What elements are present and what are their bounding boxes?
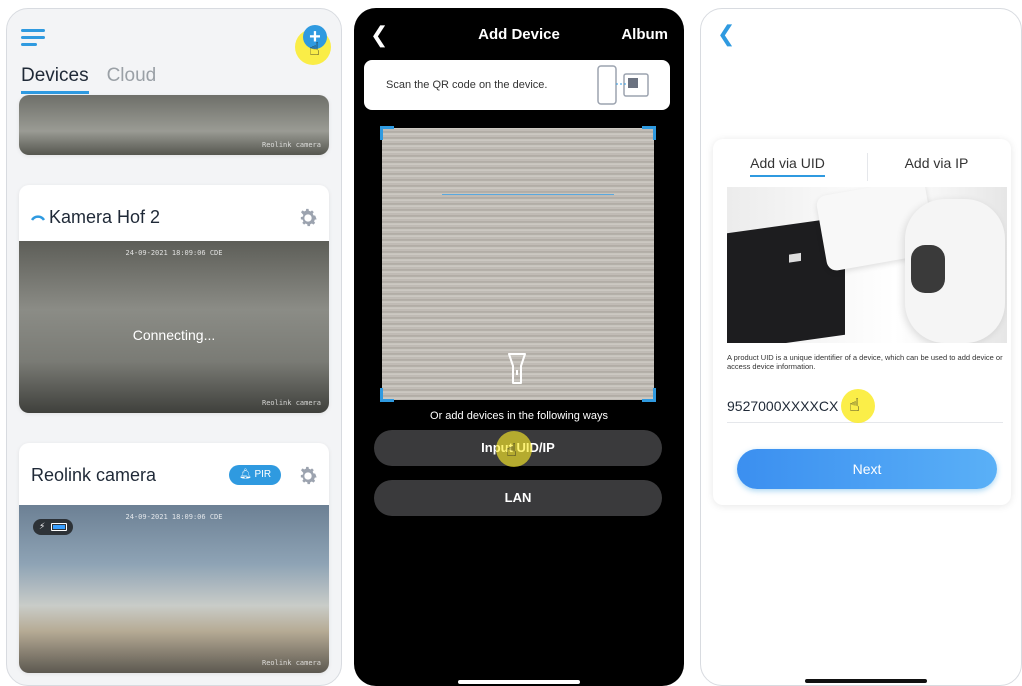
pointer-hand-icon: ☝ (849, 395, 860, 415)
pointer-hand-icon: ☝ (506, 440, 517, 460)
feed-watermark: Reolink camera (261, 399, 321, 407)
add-device-card: Add via UID Add via IP A product UID is … (713, 139, 1011, 505)
device-tabs: Devices Cloud (21, 65, 156, 94)
bell-icon: 🔔︎ (239, 469, 255, 480)
camera-name: Kamera Hof 2 (49, 207, 161, 227)
tab-label: Add via IP (904, 155, 969, 171)
gear-icon[interactable] (297, 207, 319, 229)
camera-card[interactable]: Kamera Hof 2 24-09-2021 18:09:06 CDE Con… (19, 185, 329, 413)
hamburger-icon[interactable] (21, 29, 47, 49)
qr-hint-text: Scan the QR code on the device. (386, 79, 548, 91)
tab-cloud[interactable]: Cloud (107, 65, 157, 94)
camera-feed[interactable]: Reolink camera (19, 95, 329, 155)
feed-watermark: Reolink camera (261, 659, 321, 667)
lan-button[interactable]: LAN (374, 480, 662, 516)
flashlight-icon[interactable] (506, 352, 528, 386)
camera-mount (911, 245, 945, 293)
add-via-uid-screen: ❮ Add via UID Add via IP A product UID i… (700, 8, 1022, 686)
battery-icon: ⚡︎ (33, 519, 73, 535)
tab-label: Add via UID (750, 155, 825, 177)
wifi-icon (31, 214, 45, 221)
tab-devices[interactable]: Devices (21, 65, 89, 94)
album-button[interactable]: Album (621, 26, 668, 43)
camera-feed[interactable]: ⚡︎ 24-09-2021 18:09:06 CDE Reolink camer… (19, 505, 329, 673)
qr-hint-banner: Scan the QR code on the device. (364, 60, 670, 110)
next-button[interactable]: Next (737, 449, 997, 489)
gear-icon[interactable] (297, 465, 319, 487)
chevron-left-icon[interactable]: ❮ (717, 21, 735, 47)
home-indicator (458, 680, 580, 684)
pir-badge[interactable]: 🔔︎ PIR (229, 465, 282, 485)
uid-description: A product UID is a unique identifier of … (727, 353, 1003, 371)
pointer-hand-icon: ☝ (309, 39, 320, 59)
add-device-screen: ❮ Add Device Album Scan the QR code on t… (354, 8, 684, 686)
connecting-status: Connecting... (132, 327, 216, 343)
camera-name: Reolink camera (31, 465, 157, 485)
camera-title: Kamera Hof 2 (31, 207, 160, 228)
scan-line (442, 194, 614, 195)
qr-scan-area[interactable] (380, 126, 656, 402)
qr-code-icon (597, 65, 649, 105)
feed-timestamp: 24-09-2021 18:09:06 CDE (125, 249, 223, 257)
feed-timestamp: 24-09-2021 18:09:06 CDE (125, 513, 223, 521)
tab-add-via-uid[interactable]: Add via UID (713, 147, 862, 179)
home-indicator (805, 679, 927, 683)
stage: + ☝ Devices Cloud Reolink camera Kamera … (0, 0, 1022, 686)
pir-label: PIR (254, 469, 272, 480)
camera-card[interactable]: Reolink camera (19, 95, 329, 155)
product-image (727, 187, 1007, 343)
camera-card[interactable]: Reolink camera 🔔︎ PIR ⚡︎ 24-09-2021 18:0… (19, 443, 329, 673)
devices-screen: + ☝ Devices Cloud Reolink camera Kamera … (6, 8, 342, 686)
add-method-tabs: Add via UID Add via IP (713, 147, 1011, 179)
camera-feed[interactable]: 24-09-2021 18:09:06 CDE Connecting... Re… (19, 241, 329, 413)
tab-add-via-ip[interactable]: Add via IP (862, 147, 1011, 179)
feed-watermark: Reolink camera (261, 141, 321, 149)
alternative-methods-heading: Or add devices in the following ways (430, 410, 608, 422)
tab-divider (867, 153, 868, 181)
